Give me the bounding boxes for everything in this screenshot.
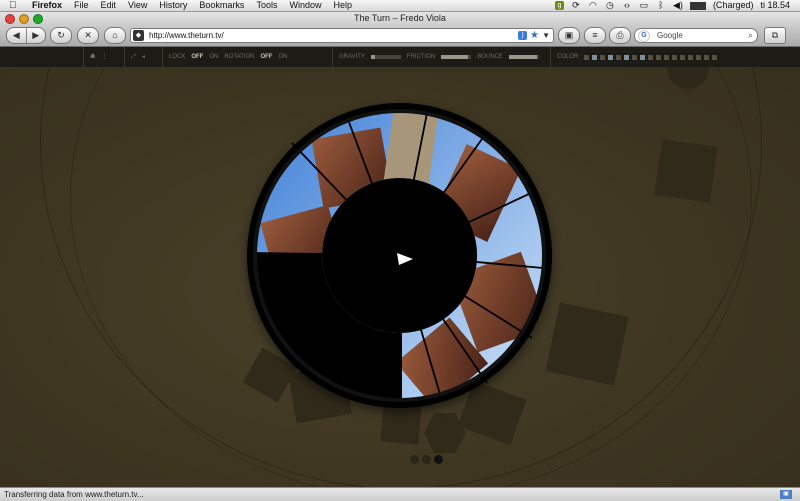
growl-icon[interactable]: g [554, 1, 564, 10]
color-group: COLOR [550, 47, 718, 67]
stop-button[interactable]: ✕ [77, 27, 99, 44]
url-bar[interactable]: ◆ http://www.theturn.tv/ ) ★ ▼ [130, 28, 554, 43]
menu-window[interactable]: Window [289, 0, 321, 11]
friction-slider[interactable] [441, 55, 472, 59]
volume-icon[interactable]: ◀) [673, 0, 683, 11]
close-window-button[interactable] [5, 14, 15, 24]
wheel-photo-segments[interactable] [247, 103, 552, 408]
apple-menu-icon[interactable]:  [9, 0, 17, 11]
status-bar: Transferring data from www.theturn.tv...… [0, 487, 800, 501]
search-bar[interactable]: G Google ⌕ [634, 28, 758, 43]
battery-icon[interactable] [689, 1, 706, 10]
color-label: COLOR [557, 54, 579, 60]
print-button[interactable]: ⎙ [609, 27, 631, 44]
menu-file[interactable]: File [74, 0, 89, 11]
back-button[interactable]: ◀ [7, 28, 27, 43]
sync-icon[interactable]: ⟳ [571, 0, 581, 11]
page-content: ☗ ⋮ ⤢ ◂ LOCK OFF ON ROTATION OFF ON GRAV… [0, 47, 800, 487]
menu-bar:  Firefox File Edit View History Bookmar… [0, 0, 800, 12]
site-favicon-icon: ◆ [133, 30, 144, 41]
lock-off-toggle[interactable]: OFF [191, 47, 203, 67]
page-dots [410, 455, 443, 464]
search-input[interactable]: Google [657, 29, 683, 42]
minimize-window-button[interactable] [19, 14, 29, 24]
menu-app[interactable]: Firefox [32, 0, 62, 11]
home-button[interactable]: ⌂ [104, 27, 126, 44]
menu-history[interactable]: History [159, 0, 187, 11]
search-icon[interactable]: ⌕ [748, 29, 753, 42]
time-machine-icon[interactable]: ◷ [605, 0, 615, 11]
battery-status: (Charged) [712, 0, 754, 10]
friction-label: FRICTION [406, 54, 436, 60]
back-forward-group: ◀ ▶ [6, 27, 46, 44]
expand-icon[interactable]: ⤢ [131, 47, 136, 67]
menu-edit[interactable]: Edit [101, 0, 117, 11]
url-text[interactable]: http://www.theturn.tv/ [149, 29, 224, 42]
control-bar: ☗ ⋮ ⤢ ◂ LOCK OFF ON ROTATION OFF ON GRAV… [0, 47, 800, 67]
reload-button[interactable]: ↻ [50, 27, 72, 44]
status-addon-icon[interactable]: ▣ [780, 490, 792, 499]
bookmark-star-icon[interactable]: ★ [530, 29, 539, 42]
photo-wheel[interactable] [247, 103, 552, 408]
bounce-label: BOUNCE [477, 54, 503, 60]
audio-icon[interactable]: ◂ [142, 47, 145, 67]
zoom-group: ⤢ ◂ [124, 47, 145, 67]
window-controls [5, 14, 43, 24]
forward-button[interactable]: ▶ [27, 28, 46, 43]
lock-rotation-group: LOCK OFF ON ROTATION OFF ON [162, 47, 287, 67]
fullscreen-button[interactable]: ⧉ [764, 27, 786, 44]
lock-label: LOCK [169, 54, 186, 60]
zoom-window-button[interactable] [33, 14, 43, 24]
menu-tools[interactable]: Tools [256, 0, 277, 11]
shape-square[interactable] [654, 139, 718, 203]
menu-tool-button[interactable]: ≡ [584, 27, 606, 44]
menu-view[interactable]: View [128, 0, 147, 11]
bounce-slider[interactable] [508, 55, 539, 59]
screenshot-button[interactable]: ▣ [558, 27, 580, 44]
rotation-label: ROTATION [224, 54, 255, 60]
window-title: The Turn – Fredo Viola [0, 12, 800, 24]
google-engine-icon[interactable]: G [638, 30, 650, 42]
rotation-on-toggle[interactable]: ON [278, 47, 287, 67]
browser-toolbar: ◀ ▶ ↻ ✕ ⌂ ◆ http://www.theturn.tv/ ) ★ ▼… [0, 24, 800, 47]
dots-menu-icon[interactable]: ⋮ [101, 47, 107, 67]
shape-square[interactable] [380, 403, 422, 445]
display-icon[interactable]: ▭ [639, 0, 649, 11]
page-dot[interactable] [410, 455, 419, 464]
menu-bookmarks[interactable]: Bookmarks [199, 0, 244, 11]
page-dot[interactable] [422, 455, 431, 464]
page-dot-active[interactable] [434, 455, 443, 464]
menu-help[interactable]: Help [333, 0, 352, 11]
wifi-icon[interactable]: ◠ [588, 0, 598, 11]
lock-on-toggle[interactable]: ON [209, 47, 218, 67]
cat-logo-icon[interactable]: ☗ [90, 47, 95, 67]
clock[interactable]: ti 18.54 [760, 0, 790, 11]
gravity-label: GRAVITY [339, 54, 365, 60]
gravity-slider[interactable] [370, 55, 401, 59]
bluetooth-icon[interactable]: ᛒ [656, 0, 666, 11]
code-icon[interactable]: ‹› [622, 0, 632, 11]
shape-square[interactable] [545, 302, 629, 386]
rotation-off-toggle[interactable]: OFF [260, 47, 272, 67]
cat-logo-group: ☗ ⋮ [83, 47, 107, 67]
status-text: Transferring data from www.theturn.tv... [4, 490, 144, 499]
rss-feed-icon[interactable]: ) [518, 31, 527, 40]
physics-group: GRAVITY FRICTION BOUNCE [332, 47, 539, 67]
url-dropdown-icon[interactable]: ▼ [542, 29, 550, 42]
color-picker[interactable] [584, 54, 718, 60]
